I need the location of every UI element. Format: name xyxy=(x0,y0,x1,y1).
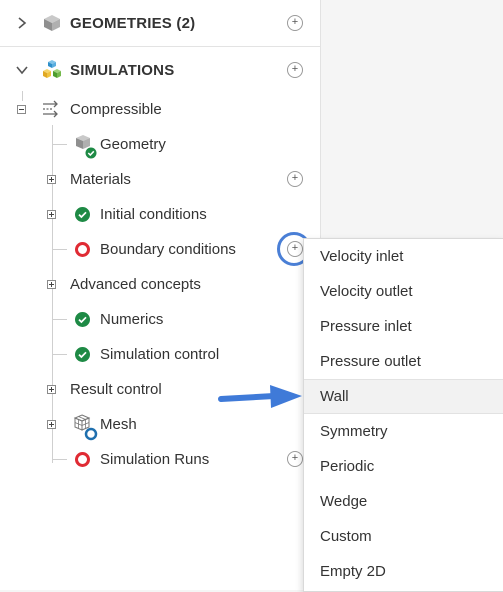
expand-toggle[interactable] xyxy=(47,385,56,394)
chevron-down-icon[interactable] xyxy=(14,62,30,78)
tree-item-label: Numerics xyxy=(100,311,164,328)
add-geometry-button[interactable]: + xyxy=(287,15,303,31)
pointer-arrow-icon xyxy=(218,383,306,418)
add-simulation-run-button[interactable]: + xyxy=(287,451,303,467)
menu-item-pressure-inlet[interactable]: Pressure inlet xyxy=(304,309,503,344)
check-status-icon xyxy=(75,312,90,327)
geometries-title: GEOMETRIES (2) xyxy=(70,15,196,32)
error-status-icon xyxy=(75,452,90,467)
chevron-right-icon[interactable] xyxy=(14,15,30,31)
tree-item-label: Simulation Runs xyxy=(100,451,210,468)
menu-item-custom[interactable]: Custom xyxy=(304,519,503,554)
menu-item-wedge[interactable]: Wedge xyxy=(304,484,503,519)
simulations-title: SIMULATIONS xyxy=(70,62,175,79)
tree-item-label: Simulation control xyxy=(100,346,220,363)
tree-item-label: Geometry xyxy=(100,136,166,153)
tree-item-label: Boundary conditions xyxy=(100,241,236,258)
tree-item-label: Mesh xyxy=(100,416,137,433)
tree-item-label: Compressible xyxy=(70,101,162,118)
menu-item-velocity-outlet[interactable]: Velocity outlet xyxy=(304,274,503,309)
tree-item-geometry[interactable]: Geometry xyxy=(0,127,320,162)
collapse-toggle[interactable] xyxy=(17,105,26,114)
simulations-cubes-icon xyxy=(41,59,63,86)
boundary-condition-menu: Velocity inlet Velocity outlet Pressure … xyxy=(303,238,503,592)
add-material-button[interactable]: + xyxy=(287,171,303,187)
flow-arrows-icon xyxy=(42,100,62,123)
menu-item-periodic[interactable]: Periodic xyxy=(304,449,503,484)
geometry-cube-icon xyxy=(74,133,98,164)
tree-connector xyxy=(53,459,67,460)
tree-connector xyxy=(53,354,67,355)
tree-item-label: Initial conditions xyxy=(100,206,207,223)
tree-item-numerics[interactable]: Numerics xyxy=(0,302,320,337)
expand-toggle[interactable] xyxy=(47,420,56,429)
tree-item-boundary-conditions[interactable]: Boundary conditions + xyxy=(0,232,320,267)
tree-item-simulation-control[interactable]: Simulation control xyxy=(0,337,320,372)
simulation-tree-panel: GEOMETRIES (2) + SIMULATIONS + Compressi… xyxy=(0,0,321,590)
menu-item-velocity-inlet[interactable]: Velocity inlet xyxy=(304,239,503,274)
geometry-cube-icon xyxy=(42,13,62,38)
tree-item-advanced-concepts[interactable]: Advanced concepts xyxy=(0,267,320,302)
expand-toggle[interactable] xyxy=(47,175,56,184)
tree-item-initial-conditions[interactable]: Initial conditions xyxy=(0,197,320,232)
tree-item-label: Result control xyxy=(70,381,162,398)
tree-connector xyxy=(53,249,67,250)
geometries-section-header[interactable]: GEOMETRIES (2) + xyxy=(0,0,320,46)
menu-item-symmetry[interactable]: Symmetry xyxy=(304,414,503,449)
menu-item-wall[interactable]: Wall xyxy=(304,379,503,414)
tree-item-label: Materials xyxy=(70,171,131,188)
expand-toggle[interactable] xyxy=(47,210,56,219)
menu-item-empty-2d[interactable]: Empty 2D xyxy=(304,554,503,589)
tree-item-compressible[interactable]: Compressible xyxy=(0,92,320,127)
simulations-section-header[interactable]: SIMULATIONS + xyxy=(0,47,320,93)
tree-item-materials[interactable]: Materials + xyxy=(0,162,320,197)
tree-connector xyxy=(53,144,67,145)
check-status-icon xyxy=(75,347,90,362)
expand-toggle[interactable] xyxy=(47,280,56,289)
add-simulation-button[interactable]: + xyxy=(287,62,303,78)
tree-item-simulation-runs[interactable]: Simulation Runs + xyxy=(0,442,320,477)
error-status-icon xyxy=(75,242,90,257)
tree-item-label: Advanced concepts xyxy=(70,276,201,293)
tree-connector xyxy=(53,319,67,320)
check-status-icon xyxy=(75,207,90,222)
menu-item-pressure-outlet[interactable]: Pressure outlet xyxy=(304,344,503,379)
